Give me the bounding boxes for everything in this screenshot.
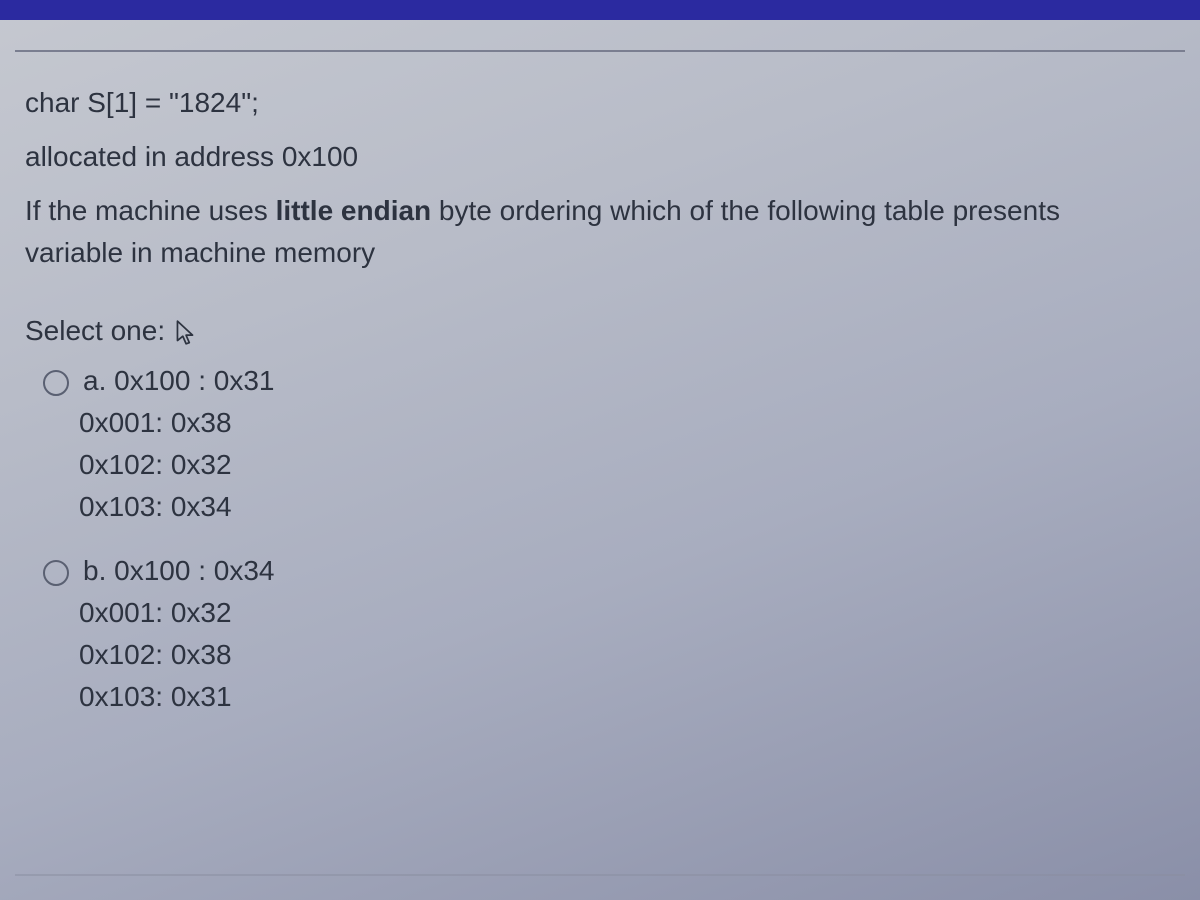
question-intro-1: If the machine uses xyxy=(25,195,276,226)
option-a-line3: 0x102: 0x32 xyxy=(79,444,1175,486)
question-text: If the machine uses little endian byte o… xyxy=(25,190,1175,274)
select-one-row: Select one: xyxy=(25,310,1175,352)
question-intro-3: variable in machine memory xyxy=(25,237,375,268)
option-b-line3: 0x102: 0x38 xyxy=(79,634,1175,676)
question-intro-2: byte ordering which of the following tab… xyxy=(431,195,1060,226)
select-one-label: Select one: xyxy=(25,310,165,352)
option-b-letter: b. xyxy=(83,555,106,586)
option-a-line2: 0x001: 0x38 xyxy=(79,402,1175,444)
option-b-line2: 0x001: 0x32 xyxy=(79,592,1175,634)
option-a-line4: 0x103: 0x34 xyxy=(79,486,1175,528)
radio-a[interactable] xyxy=(43,370,69,396)
allocation-line: allocated in address 0x100 xyxy=(25,136,1175,178)
question-panel: char S[1] = "1824"; allocated in address… xyxy=(15,50,1185,780)
cursor-icon xyxy=(173,310,197,352)
option-a-line1: 0x100 : 0x31 xyxy=(114,365,274,396)
option-a-letter: a. xyxy=(83,365,106,396)
option-b[interactable]: b. 0x100 : 0x34 0x001: 0x32 0x102: 0x38 … xyxy=(43,550,1175,718)
endian-bold: little endian xyxy=(276,195,432,226)
browser-top-bar xyxy=(0,0,1200,20)
option-b-line4: 0x103: 0x31 xyxy=(79,676,1175,718)
code-declaration: char S[1] = "1824"; xyxy=(25,82,1175,124)
option-b-line1: 0x100 : 0x34 xyxy=(114,555,274,586)
option-a[interactable]: a. 0x100 : 0x31 0x001: 0x38 0x102: 0x32 … xyxy=(43,360,1175,528)
footer-divider xyxy=(15,874,1185,876)
radio-b[interactable] xyxy=(43,560,69,586)
